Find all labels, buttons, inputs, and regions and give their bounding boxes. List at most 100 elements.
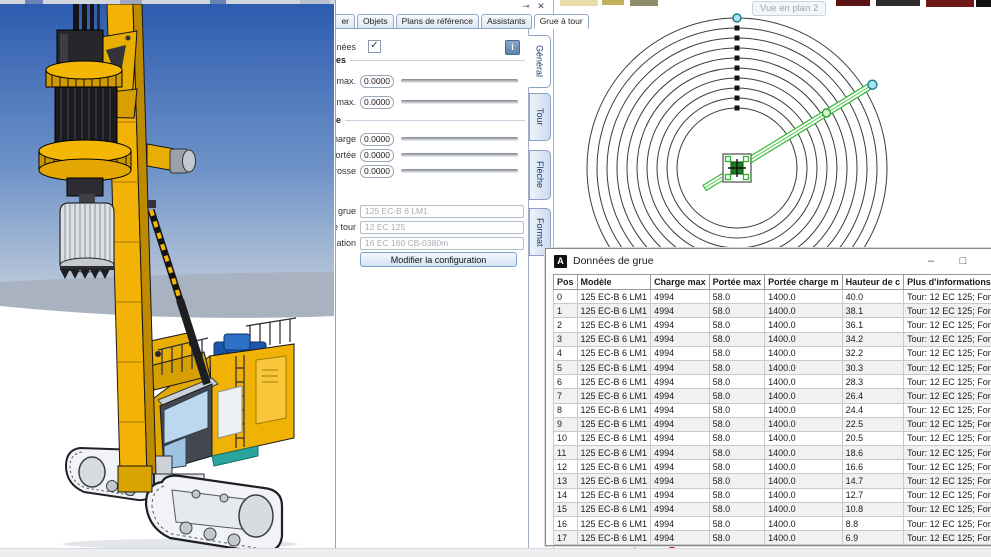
data-checkbox[interactable]: ✓ [368, 40, 381, 53]
slider[interactable] [401, 153, 518, 157]
drill-casing [60, 203, 114, 279]
slider[interactable] [401, 79, 518, 83]
cell-portee-charge: 1400.0 [765, 488, 843, 502]
cell-portee-charge: 1400.0 [765, 531, 843, 545]
cell-plus-infos: Tour: 12 EC 125; Fondation: 16 [904, 531, 991, 545]
cell-portee-charge: 1400.0 [765, 318, 843, 332]
tab-objets[interactable]: Objets [357, 14, 394, 29]
cell-hauteur: 14.7 [842, 474, 904, 488]
col-hauteur: Hauteur de c [842, 275, 904, 290]
cell-model: 125 EC-B 6 LM1 [577, 460, 651, 474]
cell-pos: 13 [554, 474, 578, 488]
cell-model: 125 EC-B 6 LM1 [577, 417, 651, 431]
cell-portee-max: 58.0 [709, 517, 765, 531]
value-input[interactable]: 0.0000 [360, 149, 394, 162]
side-tab-tour[interactable]: Tour [529, 93, 551, 141]
cell-portee-charge: 1400.0 [765, 389, 843, 403]
cell-charge-max: 4994 [651, 389, 710, 403]
cell-portee-max: 58.0 [709, 360, 765, 374]
cell-portee-charge: 1400.0 [765, 502, 843, 516]
tab-grue-a-tour[interactable]: Grue à tour [534, 14, 589, 29]
cell-hauteur: 12.7 [842, 488, 904, 502]
cell-model: 125 EC-B 6 LM1 [577, 403, 651, 417]
table-row: 14 125 EC-B 6 LM1 4994 58.0 1400.0 12.7 … [554, 488, 991, 502]
cell-pos: 17 [554, 531, 578, 545]
cell-portee-charge: 1400.0 [765, 417, 843, 431]
value-input[interactable]: 0.0000 [360, 96, 394, 109]
table-row: 0 125 EC-B 6 LM1 4994 58.0 1400.0 40.0 T… [554, 290, 991, 304]
cell-pos: 15 [554, 502, 578, 516]
cell-hauteur: 20.5 [842, 431, 904, 445]
cell-hauteur: 38.1 [842, 304, 904, 318]
tab-plans-de-reference[interactable]: Plans de référence [396, 14, 479, 29]
close-button[interactable]: ✕ [984, 252, 991, 270]
cell-plus-infos: Tour: 12 EC 125; Fondation: 16 [904, 460, 991, 474]
cell-portee-charge: 1400.0 [765, 431, 843, 445]
cell-pos: 9 [554, 417, 578, 431]
value-input[interactable]: 0.0000 [360, 165, 394, 178]
cell-pos: 12 [554, 460, 578, 474]
cell-portee-charge: 1400.0 [765, 304, 843, 318]
cell-portee-max: 58.0 [709, 290, 765, 304]
cell-pos: 2 [554, 318, 578, 332]
cell-hauteur: 24.4 [842, 403, 904, 417]
table-row: 12 125 EC-B 6 LM1 4994 58.0 1400.0 16.6 … [554, 460, 991, 474]
cell-model: 125 EC-B 6 LM1 [577, 318, 651, 332]
cell-plus-infos: Tour: 12 EC 125; Fondation: 16 [904, 346, 991, 360]
side-tab-general[interactable]: Général [528, 35, 551, 88]
cell-model: 125 EC-B 6 LM1 [577, 502, 651, 516]
handle-top-icon [733, 14, 741, 22]
cell-hauteur: 34.2 [842, 332, 904, 346]
crane-table-body: 0 125 EC-B 6 LM1 4994 58.0 1400.0 40.0 T… [554, 290, 991, 545]
slider[interactable] [401, 169, 518, 173]
cell-model: 125 EC-B 6 LM1 [577, 360, 651, 374]
info-button[interactable]: i [505, 40, 520, 55]
cell-portee-charge: 1400.0 [765, 474, 843, 488]
window-titlebar[interactable]: A Données de grue – □ ✕ [546, 249, 991, 273]
cell-pos: 7 [554, 389, 578, 403]
cell-charge-max: 4994 [651, 318, 710, 332]
cell-portee-max: 58.0 [709, 502, 765, 516]
cell-pos: 6 [554, 375, 578, 389]
cell-portee-max: 58.0 [709, 346, 765, 360]
crane-type-field[interactable]: 125 EC-B 6 LM1 [360, 205, 524, 218]
section-header: es [336, 54, 525, 66]
cell-charge-max: 4994 [651, 460, 710, 474]
modify-configuration-button[interactable]: Modifier la configuration [360, 252, 517, 267]
close-panel-icon[interactable]: ✕ [535, 1, 547, 12]
cell-plus-infos: Tour: 12 EC 125; Fondation: 16 [904, 403, 991, 417]
cell-pos: 0 [554, 290, 578, 304]
tower-type-field[interactable]: 12 EC 125 [360, 221, 524, 234]
slider[interactable] [401, 100, 518, 104]
table-row: 15 125 EC-B 6 LM1 4994 58.0 1400.0 10.8 … [554, 502, 991, 516]
cell-portee-charge: 1400.0 [765, 403, 843, 417]
pin-icon[interactable]: ⊸ [520, 1, 532, 12]
cell-pos: 8 [554, 403, 578, 417]
cell-plus-infos: Tour: 12 EC 125; Fondation: 16 [904, 417, 991, 431]
window-title: Données de grue [573, 255, 654, 267]
minimize-button[interactable]: – [918, 252, 944, 270]
value-input[interactable]: 0.0000 [360, 133, 394, 146]
col-charge-max: Charge max [651, 275, 710, 290]
cell-model: 125 EC-B 6 LM1 [577, 446, 651, 460]
maximize-button[interactable]: □ [950, 252, 976, 270]
side-tab-fleche[interactable]: Flèche [529, 150, 551, 200]
table-row: 5 125 EC-B 6 LM1 4994 58.0 1400.0 30.3 T… [554, 360, 991, 374]
cell-pos: 5 [554, 360, 578, 374]
cell-hauteur: 8.8 [842, 517, 904, 531]
3d-viewport-window[interactable] [0, 0, 336, 549]
cell-charge-max: 4994 [651, 304, 710, 318]
value-input[interactable]: 0.0000 [360, 75, 394, 88]
cell-portee-charge: 1400.0 [765, 290, 843, 304]
foundation-field[interactable]: 16 EC 160 CB-0380m [360, 237, 524, 250]
tab-assistants[interactable]: Assistants [481, 14, 532, 29]
cell-hauteur: 40.0 [842, 290, 904, 304]
cell-charge-max: 4994 [651, 446, 710, 460]
cell-hauteur: 30.3 [842, 360, 904, 374]
cell-plus-infos: Tour: 12 EC 125; Fondation: 16 [904, 474, 991, 488]
cell-plus-infos: Tour: 12 EC 125; Fondation: 16 [904, 304, 991, 318]
cell-charge-max: 4994 [651, 403, 710, 417]
cell-charge-max: 4994 [651, 346, 710, 360]
slider[interactable] [401, 137, 518, 141]
cell-portee-max: 58.0 [709, 531, 765, 545]
